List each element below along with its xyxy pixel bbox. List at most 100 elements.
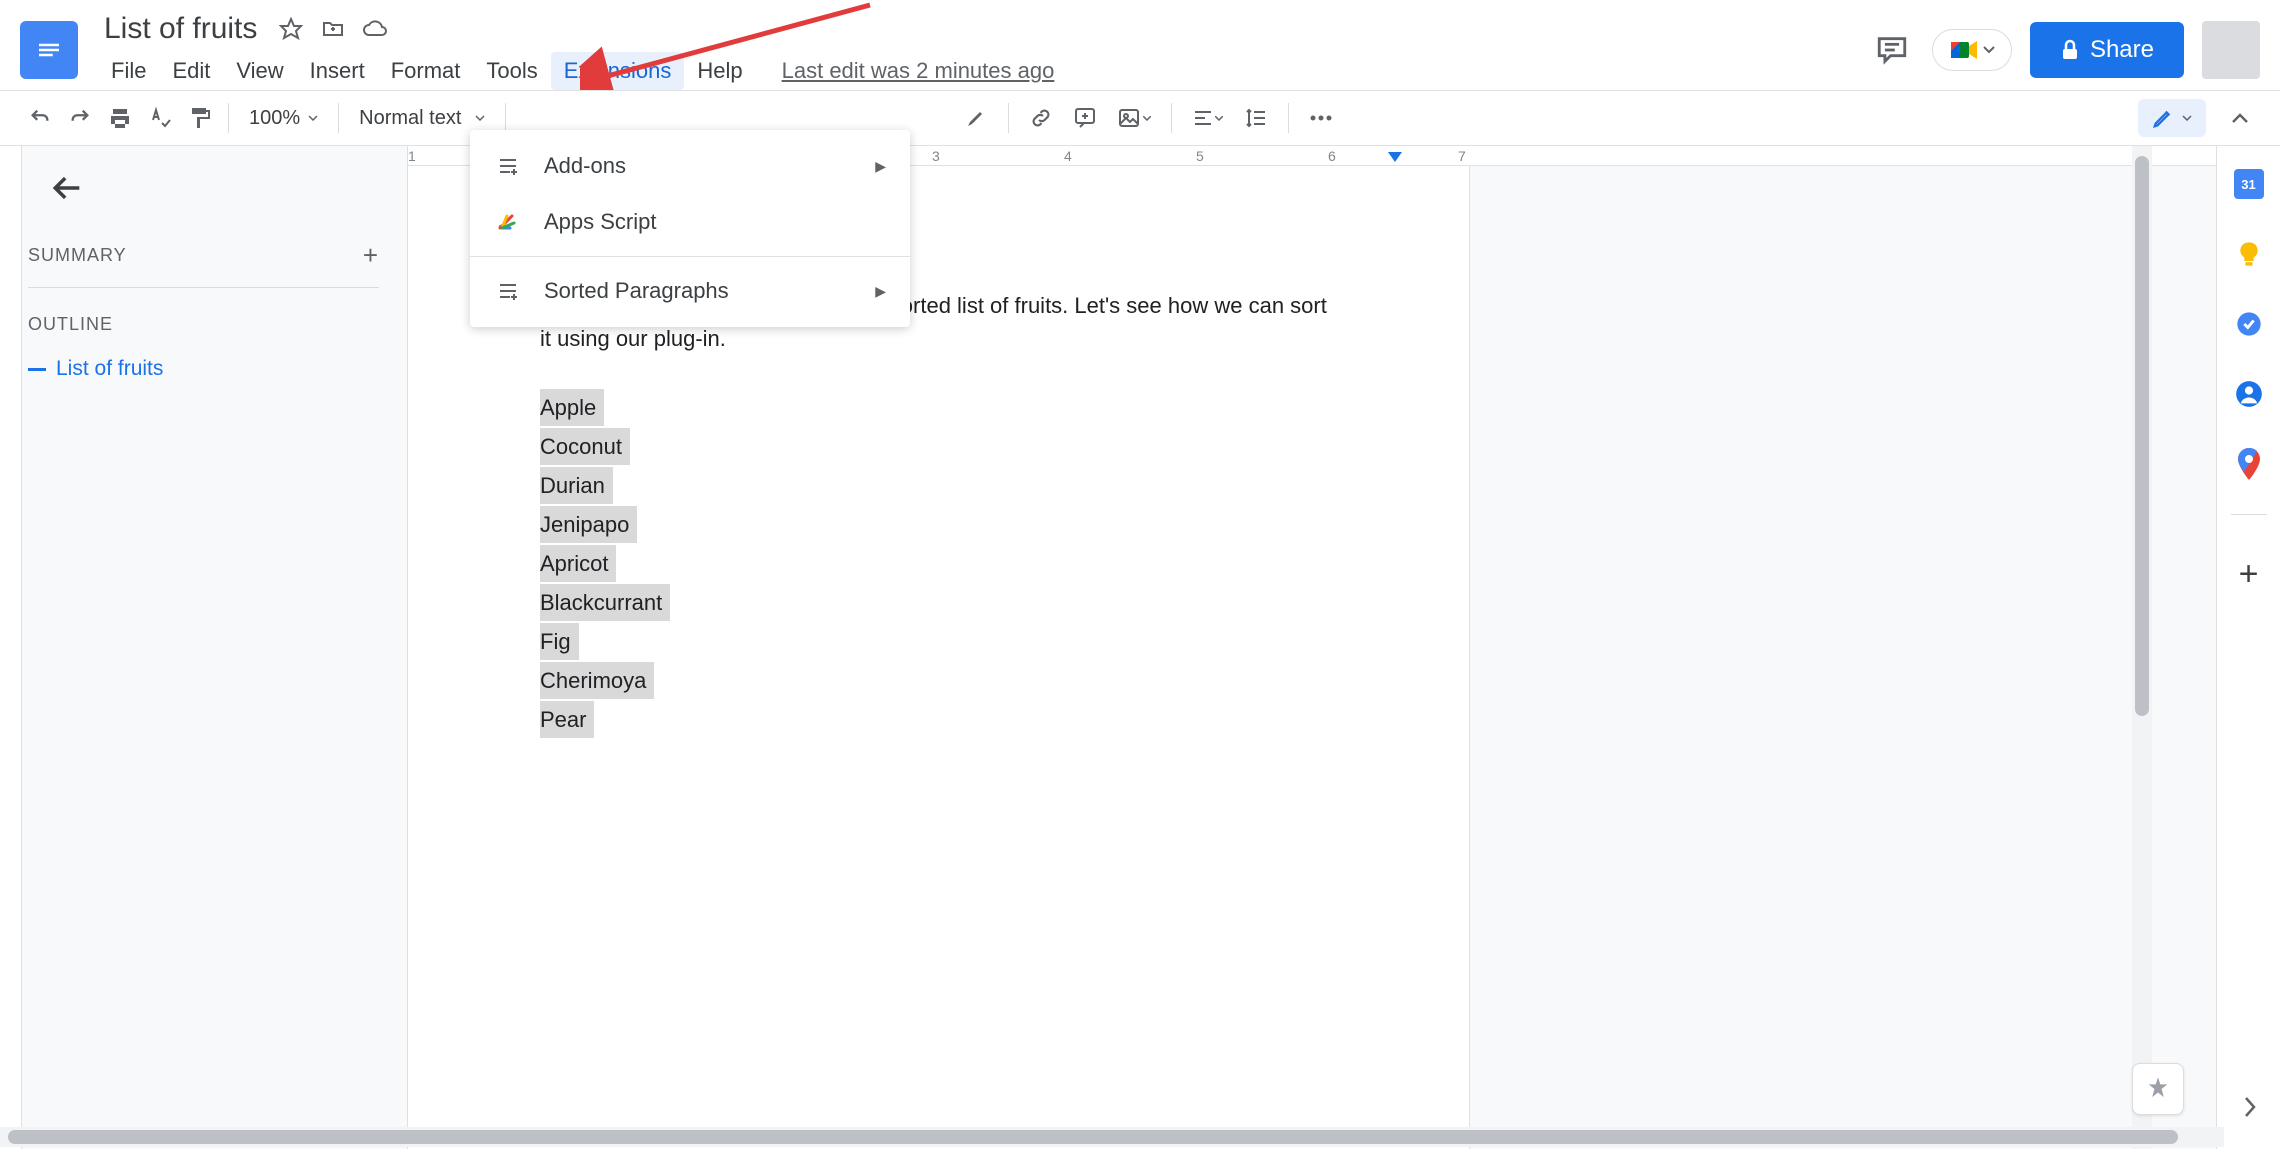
docs-logo-icon[interactable] xyxy=(20,21,78,79)
tasks-icon[interactable] xyxy=(2229,304,2269,344)
print-icon[interactable] xyxy=(100,98,140,138)
keep-icon[interactable] xyxy=(2229,234,2269,274)
menu-extensions[interactable]: Extensions xyxy=(551,52,685,90)
explore-button[interactable] xyxy=(2132,1063,2184,1115)
menu-tools[interactable]: Tools xyxy=(473,52,550,90)
fruit-item: Pear xyxy=(540,701,594,738)
pencil-icon xyxy=(2152,107,2174,129)
account-avatar[interactable] xyxy=(2202,21,2260,79)
explore-icon xyxy=(2144,1075,2172,1103)
chevron-down-icon xyxy=(475,115,485,121)
summary-section: SUMMARY + xyxy=(28,240,379,288)
summary-label: SUMMARY xyxy=(28,245,127,266)
outline-item-row[interactable]: List of fruits xyxy=(28,357,379,381)
dropdown-apps-script-label: Apps Script xyxy=(544,209,657,235)
fruit-item: Jenipapo xyxy=(540,506,637,543)
collapse-toolbar-icon[interactable] xyxy=(2220,98,2260,138)
meet-icon xyxy=(1949,38,1979,62)
fruit-item: Cherimoya xyxy=(540,662,654,699)
fruit-item: Durian xyxy=(540,467,613,504)
indent-marker-icon[interactable] xyxy=(1388,152,1402,164)
toolbar-separator xyxy=(338,103,339,133)
outline-label: OUTLINE xyxy=(28,314,379,335)
cloud-status-icon[interactable] xyxy=(361,15,389,43)
zoom-value: 100% xyxy=(249,107,300,130)
vertical-scrollbar[interactable] xyxy=(2132,146,2152,1149)
submenu-arrow-icon: ▶ xyxy=(875,158,886,175)
share-label: Share xyxy=(2090,36,2154,64)
toolbar-separator xyxy=(228,103,229,133)
add-summary-icon[interactable]: + xyxy=(363,240,379,271)
toolbar-separator xyxy=(505,103,506,133)
undo-icon[interactable] xyxy=(20,98,60,138)
dropdown-addons-label: Add-ons xyxy=(544,153,626,179)
add-comment-icon[interactable] xyxy=(1065,98,1105,138)
text-style-select[interactable]: Normal text xyxy=(347,107,497,130)
toolbar-separator xyxy=(1171,103,1172,133)
header-bar: List of fruits File Edit View Insert For… xyxy=(0,0,2280,90)
maps-icon[interactable] xyxy=(2229,444,2269,484)
share-button[interactable]: Share xyxy=(2030,22,2184,78)
dropdown-sorted-paragraphs[interactable]: Sorted Paragraphs ▶ xyxy=(470,263,910,319)
dropdown-separator xyxy=(470,256,910,257)
calendar-icon[interactable]: 31 xyxy=(2229,164,2269,204)
comments-icon[interactable] xyxy=(1870,28,1914,72)
apps-script-icon xyxy=(494,208,522,236)
redo-icon[interactable] xyxy=(60,98,100,138)
insert-link-icon[interactable] xyxy=(1021,98,1061,138)
ruler-mark: 7 xyxy=(1458,148,1466,164)
ruler-mark: 6 xyxy=(1328,148,1336,164)
menu-help[interactable]: Help xyxy=(684,52,755,90)
chevron-down-icon xyxy=(308,115,318,121)
horizontal-scrollbar[interactable] xyxy=(0,1127,2224,1147)
star-icon[interactable] xyxy=(277,15,305,43)
dropdown-addons[interactable]: Add-ons ▶ xyxy=(470,138,910,194)
insert-image-icon[interactable] xyxy=(1109,98,1159,138)
last-edit-link[interactable]: Last edit was 2 minutes ago xyxy=(782,58,1055,84)
chevron-down-icon xyxy=(1983,46,1995,54)
menu-edit[interactable]: Edit xyxy=(159,52,223,90)
fruit-item: Apricot xyxy=(540,545,616,582)
menu-file[interactable]: File xyxy=(98,52,159,90)
paint-format-icon[interactable] xyxy=(180,98,220,138)
document-title[interactable]: List of fruits xyxy=(98,10,263,48)
spellcheck-icon[interactable] xyxy=(140,98,180,138)
line-spacing-icon[interactable] xyxy=(1236,98,1276,138)
menu-bar: File Edit View Insert Format Tools Exten… xyxy=(98,52,1870,90)
fruit-item: Coconut xyxy=(540,428,630,465)
outline-close-icon[interactable] xyxy=(46,166,90,210)
move-to-folder-icon[interactable] xyxy=(319,15,347,43)
fruit-list: Apple Coconut Durian Jenipapo Apricot Bl… xyxy=(540,389,1337,740)
main-area: SUMMARY + OUTLINE List of fruits 1 3 4 5… xyxy=(0,146,2280,1149)
side-divider xyxy=(2231,514,2267,515)
fruit-item: Blackcurrant xyxy=(540,584,670,621)
header-right: Share xyxy=(1870,21,2260,79)
scrollbar-thumb[interactable] xyxy=(8,1130,2178,1144)
zoom-select[interactable]: 100% xyxy=(237,107,330,130)
fruit-item: Fig xyxy=(540,623,579,660)
scrollbar-thumb[interactable] xyxy=(2135,156,2149,716)
dropdown-apps-script[interactable]: Apps Script xyxy=(470,194,910,250)
align-icon[interactable] xyxy=(1184,98,1232,138)
menu-insert[interactable]: Insert xyxy=(297,52,378,90)
chevron-down-icon xyxy=(2182,115,2192,121)
editing-mode-button[interactable] xyxy=(2138,99,2206,137)
vertical-ruler xyxy=(0,146,22,1149)
title-area: List of fruits File Edit View Insert For… xyxy=(98,10,1870,90)
meet-button[interactable] xyxy=(1932,29,2012,71)
addons-plus-icon[interactable]: + xyxy=(2239,555,2259,594)
highlight-color-icon[interactable] xyxy=(956,98,996,138)
submenu-arrow-icon: ▶ xyxy=(875,283,886,300)
addons-icon xyxy=(494,152,522,180)
lock-icon xyxy=(2060,39,2080,61)
menu-view[interactable]: View xyxy=(223,52,296,90)
outline-marker-icon xyxy=(28,368,46,371)
collapse-side-icon[interactable] xyxy=(2227,1085,2271,1129)
dropdown-sorted-label: Sorted Paragraphs xyxy=(544,278,729,304)
title-row: List of fruits xyxy=(98,10,1870,48)
more-icon[interactable] xyxy=(1301,98,1341,138)
ruler-mark: 1 xyxy=(408,148,416,164)
menu-format[interactable]: Format xyxy=(378,52,474,90)
contacts-icon[interactable] xyxy=(2229,374,2269,414)
sorted-paragraphs-icon xyxy=(494,277,522,305)
